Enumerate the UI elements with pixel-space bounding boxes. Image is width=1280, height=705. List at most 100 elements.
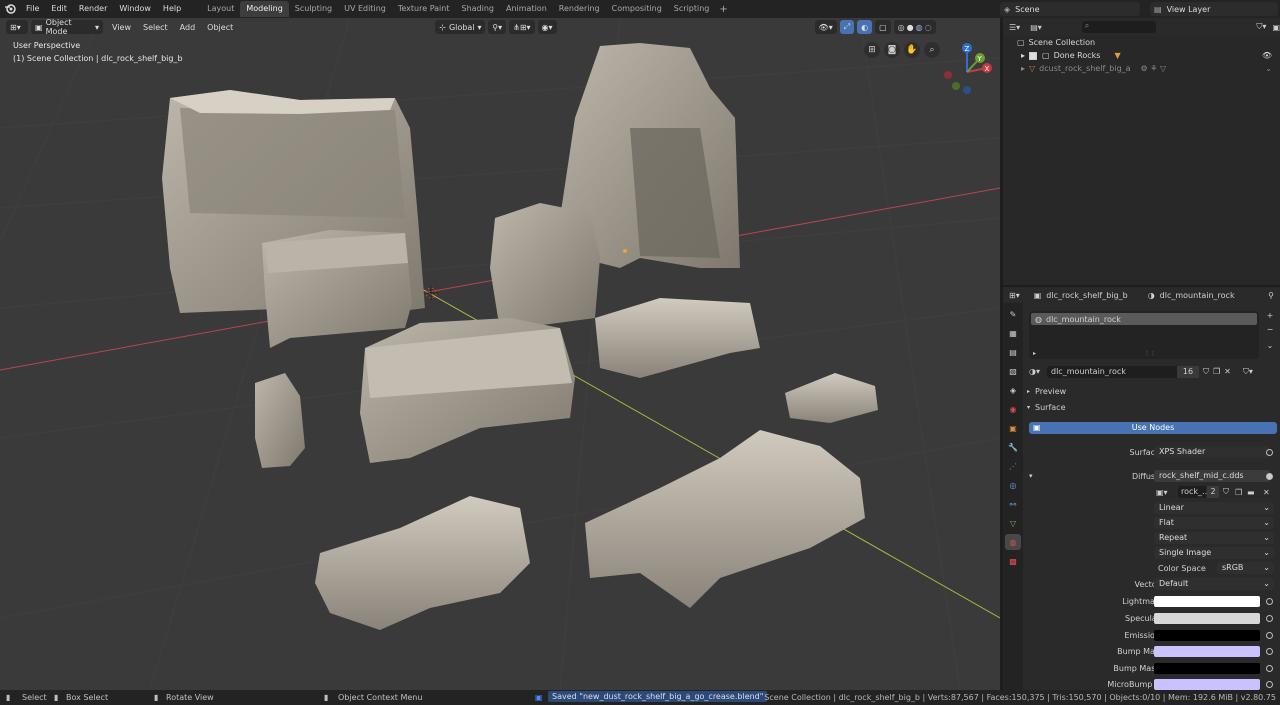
viewport-menu-view[interactable]: View	[106, 23, 137, 32]
browse-node-icon[interactable]: ⛉▾	[1243, 367, 1253, 377]
viewport-menu-select[interactable]: Select	[137, 23, 174, 32]
socket-icon[interactable]	[1266, 664, 1273, 672]
snap-button[interactable]: ⋔⊞▾	[509, 20, 535, 34]
tab-sculpting[interactable]: Sculpting	[289, 1, 338, 17]
include-checkbox[interactable]	[1029, 51, 1038, 60]
socket-icon[interactable]	[1266, 614, 1273, 622]
eye-icon[interactable]: 👁	[1262, 51, 1272, 60]
material-selector[interactable]: ◑▾ dlc_mountain_rock 16 ⛉ ❐ ✕ ⛉▾	[1029, 365, 1277, 378]
world-tab-icon[interactable]: ◉	[1005, 401, 1021, 417]
folder-icon[interactable]: ▬	[1247, 488, 1255, 497]
blender-logo-icon[interactable]	[0, 0, 20, 18]
specular-color-swatch[interactable]	[1154, 612, 1260, 624]
color-space-dropdown[interactable]: sRGB ⌄	[1217, 562, 1274, 574]
close-icon[interactable]: ✕	[1224, 367, 1231, 376]
overlay-toggle[interactable]: ◐	[857, 20, 873, 34]
chevron-down-icon[interactable]: ⌄	[1265, 64, 1272, 73]
extension-dropdown[interactable]: Repeat ⌄	[1154, 532, 1274, 544]
image-users-count[interactable]: 2	[1207, 486, 1219, 498]
pan-hand-icon[interactable]: ✋	[904, 42, 920, 58]
material-users-count[interactable]: 16	[1177, 365, 1199, 378]
tab-texture-paint[interactable]: Texture Paint	[392, 1, 456, 17]
zoom-icon[interactable]: ⌕	[924, 42, 940, 58]
fake-user-icon[interactable]: ⛉	[1203, 367, 1209, 377]
socket-icon[interactable]	[1266, 448, 1273, 456]
tab-layout[interactable]: Layout	[201, 1, 240, 17]
proportional-button[interactable]: ◉▾	[537, 20, 557, 34]
editor-type-button[interactable]: ⊞▾	[6, 20, 28, 34]
particles-tab-icon[interactable]: ⋰	[1005, 458, 1021, 474]
status-message[interactable]: Saved "new_dust_rock_shelf_big_a_go_crea…	[548, 691, 768, 702]
close-icon[interactable]: ✕	[1263, 488, 1270, 497]
view-layer-tab-icon[interactable]: ▧	[1005, 363, 1021, 379]
tab-shading[interactable]: Shading	[455, 1, 500, 17]
camera-view-icon[interactable]: ⊞	[864, 42, 880, 58]
slot-add-button[interactable]: +	[1264, 311, 1276, 323]
tab-uv-editing[interactable]: UV Editing	[338, 1, 392, 17]
visibility-button[interactable]: 👁▾	[814, 20, 837, 34]
tab-scripting[interactable]: Scripting	[668, 1, 716, 17]
transform-orientation[interactable]: ⊹ Global ▾	[435, 20, 486, 34]
tool-tab-icon[interactable]: ✎	[1005, 306, 1021, 322]
bump-mask-color-swatch[interactable]	[1154, 662, 1260, 674]
duplicate-icon[interactable]: ❐	[1235, 488, 1242, 497]
expand-arrow-icon[interactable]: ▸	[1021, 51, 1025, 60]
new-collection-icon[interactable]: ▣	[1272, 23, 1280, 32]
3d-viewport[interactable]: ⊞▾ ▣ Object Mode ▾ View Select Add Objec…	[0, 18, 1000, 690]
tab-modeling[interactable]: Modeling	[240, 1, 289, 17]
outliner-item-done-rocks[interactable]: ▸ ▢ Done Rocks ▼ 👁	[1003, 49, 1280, 62]
shading-modes[interactable]: ◎ ● ◍ ◌	[893, 20, 936, 34]
viewport-menu-add[interactable]: Add	[174, 23, 202, 32]
use-nodes-button[interactable]: ▣ Use Nodes	[1029, 422, 1277, 434]
navigation-gizmo[interactable]: Z X Y	[942, 40, 992, 96]
mode-selector[interactable]: ▣ Object Mode ▾	[31, 18, 103, 36]
diffuse-texture-field[interactable]: rock_shelf_mid_c.dds	[1154, 470, 1270, 482]
surface-panel-header[interactable]: ▾ Surface	[1027, 403, 1066, 412]
surface-shader-field[interactable]: XPS Shader	[1154, 446, 1270, 458]
menu-render[interactable]: Render	[73, 0, 113, 18]
material-shading-icon[interactable]: ◍	[916, 23, 923, 32]
outliner-item-object[interactable]: ▸ ▽ dcust_rock_shelf_big_a ⚙ ⚘ ▽ ⌄	[1003, 62, 1280, 75]
resize-handle-icon[interactable]: ⋮⋮	[1144, 350, 1156, 357]
expand-arrow-icon[interactable]: ▸	[1021, 64, 1025, 73]
material-browse-icon[interactable]: ◑▾	[1029, 367, 1047, 376]
tab-animation[interactable]: Animation	[500, 1, 553, 17]
menu-window[interactable]: Window	[113, 0, 157, 18]
socket-icon[interactable]	[1266, 631, 1273, 639]
slot-remove-button[interactable]: −	[1264, 325, 1276, 337]
gizmo-toggle[interactable]: ⤢	[839, 20, 855, 34]
socket-icon[interactable]	[1266, 680, 1273, 688]
preview-panel-header[interactable]: ▸ Preview	[1027, 387, 1066, 396]
image-browse-icon[interactable]: ▣▾	[1156, 488, 1168, 497]
bump-map-color-swatch[interactable]	[1154, 645, 1260, 657]
solid-shading-icon[interactable]: ●	[907, 23, 914, 32]
material-slot-item[interactable]: ◍ dlc_mountain_rock	[1031, 313, 1257, 325]
render-tab-icon[interactable]: ▦	[1005, 325, 1021, 341]
rendered-shading-icon[interactable]: ◌	[925, 23, 932, 32]
slot-menu-button[interactable]: ⌄	[1264, 341, 1276, 353]
pivot-button[interactable]: ⚲▾	[488, 20, 507, 34]
constraints-tab-icon[interactable]: ⚯	[1005, 496, 1021, 512]
tab-rendering[interactable]: Rendering	[553, 1, 606, 17]
view-layer-selector[interactable]: ▤ View Layer	[1150, 2, 1278, 16]
scene-selector[interactable]: ◈ Scene	[1000, 2, 1140, 16]
interpolation-dropdown[interactable]: Linear ⌄	[1154, 502, 1274, 514]
material-tab-icon[interactable]: ◍	[1005, 534, 1021, 550]
texture-tab-icon[interactable]: ▩	[1005, 553, 1021, 569]
expand-arrow-icon[interactable]: ▾	[1029, 472, 1033, 480]
socket-icon[interactable]	[1266, 472, 1273, 480]
microbump-color-swatch[interactable]	[1154, 678, 1260, 690]
outliner-search[interactable]: ⌕	[1081, 21, 1157, 33]
lightmap-color-swatch[interactable]	[1154, 595, 1260, 607]
pin-icon[interactable]: ⚲	[1268, 291, 1274, 300]
physics-tab-icon[interactable]: ◎	[1005, 477, 1021, 493]
properties-editor-icon[interactable]: ⊞▾	[1009, 291, 1020, 300]
modifier-tab-icon[interactable]: 🔧	[1005, 439, 1021, 455]
source-dropdown[interactable]: Single Image ⌄	[1154, 547, 1274, 559]
fake-user-icon[interactable]: ⛉	[1223, 487, 1229, 497]
outliner-root[interactable]: ▢ Scene Collection	[1003, 36, 1280, 49]
menu-help[interactable]: Help	[157, 0, 187, 18]
menu-file[interactable]: File	[20, 0, 45, 18]
display-mode-icon[interactable]: ▤▾	[1030, 23, 1042, 32]
output-tab-icon[interactable]: ▤	[1005, 344, 1021, 360]
